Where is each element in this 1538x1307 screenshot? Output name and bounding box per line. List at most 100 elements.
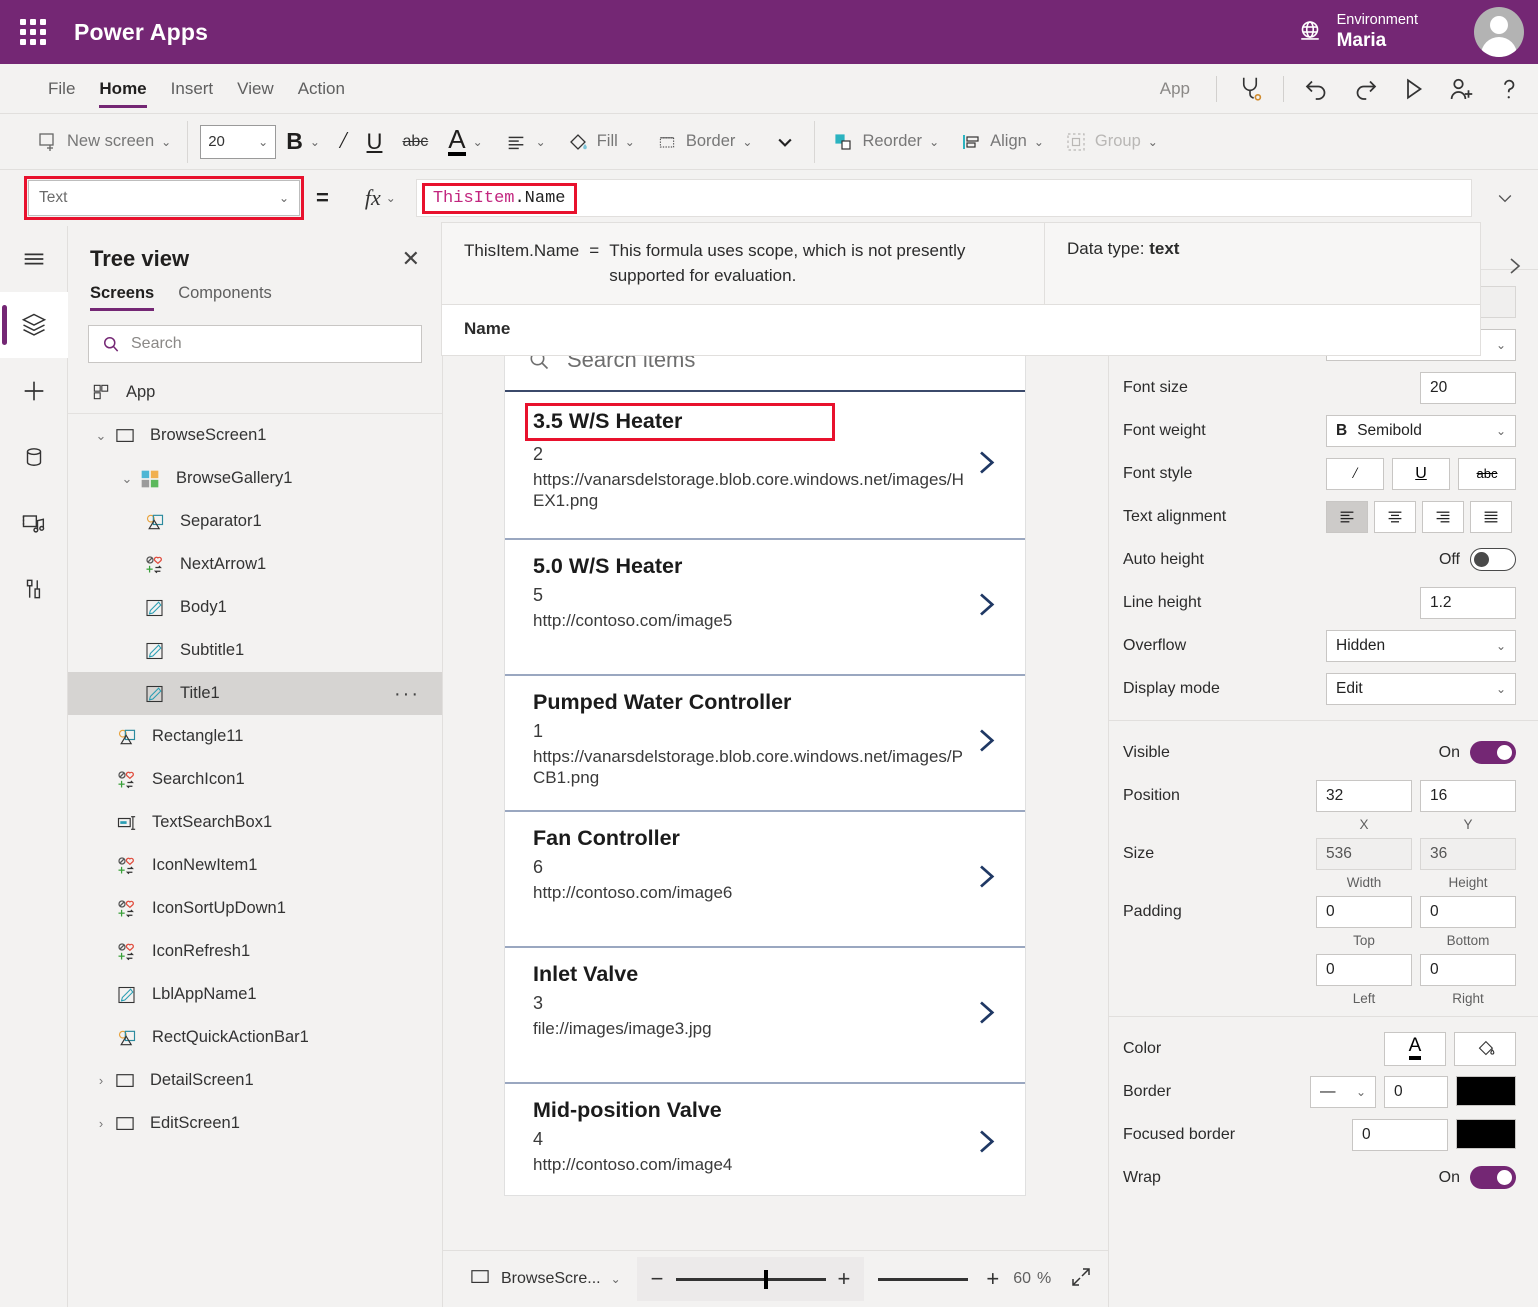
close-icon[interactable]: ✕: [402, 248, 420, 270]
chevron-right-icon[interactable]: [971, 586, 1001, 629]
bold-button[interactable]: B ⌄: [276, 122, 330, 162]
property-select[interactable]: Text ⌄: [28, 180, 300, 216]
tree-item-iconrefresh1[interactable]: IconRefresh1: [68, 930, 442, 973]
tree-item-lblappname1[interactable]: LblAppName1: [68, 973, 442, 1016]
align-left-button[interactable]: [1326, 501, 1368, 533]
tree-item-nextarrow1[interactable]: NextArrow1: [68, 543, 442, 586]
hamburger-menu-icon[interactable]: [0, 226, 68, 292]
more-options-icon[interactable]: ···: [394, 688, 420, 700]
tree-item-iconnewitem1[interactable]: IconNewItem1: [68, 844, 442, 887]
environment-picker[interactable]: Environment Maria: [1295, 0, 1418, 64]
focused-border-width-field[interactable]: 0: [1352, 1119, 1448, 1151]
data-cylinder-icon[interactable]: [0, 424, 68, 490]
media-icon[interactable]: [0, 490, 68, 556]
italic-toggle-button[interactable]: /: [1326, 458, 1384, 490]
redo-icon[interactable]: [1342, 67, 1388, 111]
chevron-down-icon[interactable]: ⌄: [90, 428, 112, 444]
zoom-in-button[interactable]: +: [838, 1266, 851, 1292]
search-input[interactable]: Search: [88, 325, 422, 363]
padding-bottom-field[interactable]: 0: [1420, 896, 1516, 928]
help-icon[interactable]: [1486, 67, 1532, 111]
menu-item-file[interactable]: File: [36, 64, 87, 114]
padding-right-field[interactable]: 0: [1420, 954, 1516, 986]
menu-item-view[interactable]: View: [225, 64, 286, 114]
italic-button[interactable]: /: [330, 122, 357, 162]
app-checker-icon[interactable]: [1227, 67, 1273, 111]
zoom-increase-button[interactable]: +: [986, 1266, 999, 1292]
tree-item-title1[interactable]: Title1 ···: [68, 672, 442, 715]
tree-item-rectangle11[interactable]: Rectangle11: [68, 715, 442, 758]
underline-toggle-button[interactable]: U: [1392, 458, 1450, 490]
chevron-right-icon[interactable]: [971, 1123, 1001, 1166]
border-button[interactable]: Border ⌄: [645, 122, 763, 162]
preview-play-icon[interactable]: [1390, 67, 1436, 111]
tree-item-searchicon1[interactable]: SearchIcon1: [68, 758, 442, 801]
strikethrough-toggle-button[interactable]: abc: [1458, 458, 1516, 490]
tree-item-editscreen1[interactable]: › EditScreen1: [68, 1102, 442, 1145]
position-y-field[interactable]: 16: [1420, 780, 1516, 812]
gallery-item-title[interactable]: 5.0 W/S Heater: [533, 554, 682, 579]
menu-item-home[interactable]: Home: [87, 64, 158, 114]
align-group-button[interactable]: Align ⌄: [949, 122, 1054, 162]
chevron-right-icon[interactable]: [971, 722, 1001, 765]
gallery-item-title[interactable]: Mid-position Valve: [533, 1098, 722, 1123]
font-size-field[interactable]: 20: [1420, 372, 1516, 404]
position-x-field[interactable]: 32: [1316, 780, 1412, 812]
gallery-item[interactable]: Inlet Valve 3 file://images/image3.jpg: [505, 948, 1025, 1084]
chevron-right-icon[interactable]: [971, 858, 1001, 901]
tab-components[interactable]: Components: [178, 284, 272, 311]
fit-screen-icon[interactable]: [1069, 1265, 1093, 1294]
overflow-select[interactable]: Hidden ⌄: [1326, 630, 1516, 662]
new-screen-button[interactable]: New screen ⌄: [26, 122, 181, 162]
tree-item-body1[interactable]: Body1: [68, 586, 442, 629]
menu-item-action[interactable]: Action: [286, 64, 357, 114]
fill-color-button[interactable]: [1454, 1032, 1516, 1066]
fill-button[interactable]: Fill ⌄: [556, 122, 645, 162]
group-button[interactable]: Group ⌄: [1054, 122, 1168, 162]
padding-top-field[interactable]: 0: [1316, 896, 1412, 928]
align-center-button[interactable]: [1374, 501, 1416, 533]
zoom-slider[interactable]: [676, 1270, 826, 1288]
tree-item-browsegallery1[interactable]: ⌄ BrowseGallery1: [68, 457, 442, 500]
padding-left-field[interactable]: 0: [1316, 954, 1412, 986]
size-height-field[interactable]: 36: [1420, 838, 1516, 870]
auto-height-toggle[interactable]: [1470, 548, 1516, 571]
tree-item-app[interactable]: App: [68, 371, 442, 414]
align-justify-button[interactable]: [1470, 501, 1512, 533]
chevron-down-icon[interactable]: ⌄: [116, 471, 138, 487]
chevron-right-icon[interactable]: ›: [90, 1116, 112, 1131]
tree-item-textsearchbox1[interactable]: TextSearchBox1: [68, 801, 442, 844]
chevron-right-icon[interactable]: [971, 444, 1001, 487]
formula-expand-button[interactable]: [1472, 170, 1538, 226]
tree-item-rectquickactionbar1[interactable]: RectQuickActionBar1: [68, 1016, 442, 1059]
border-color-swatch[interactable]: [1456, 1076, 1516, 1106]
display-mode-select[interactable]: Edit ⌄: [1326, 673, 1516, 705]
gallery-item[interactable]: Fan Controller 6 http://contoso.com/imag…: [505, 812, 1025, 948]
chevron-right-icon[interactable]: ›: [90, 1073, 112, 1088]
gallery-item-title[interactable]: 3.5 W/S Heater: [528, 406, 832, 438]
panel-collapse-button[interactable]: [1496, 246, 1532, 286]
gallery-item[interactable]: 3.5 W/S Heater 2 https://vanarsdelstorag…: [505, 392, 1025, 540]
screen-selector[interactable]: BrowseScre... ⌄: [469, 1268, 621, 1291]
font-weight-select[interactable]: B Semibold ⌄: [1326, 415, 1516, 447]
gallery-item[interactable]: Mid-position Valve 4 http://contoso.com/…: [505, 1084, 1025, 1204]
menu-item-insert[interactable]: Insert: [159, 64, 226, 114]
gallery-item[interactable]: Pumped Water Controller 1 https://vanars…: [505, 676, 1025, 812]
chevron-right-icon[interactable]: [971, 994, 1001, 1037]
tools-icon[interactable]: [0, 556, 68, 622]
text-color-button[interactable]: A: [1384, 1032, 1446, 1066]
underline-button[interactable]: U: [357, 122, 393, 162]
fx-button[interactable]: fx ⌄: [345, 179, 417, 217]
strikethrough-button[interactable]: abc: [392, 122, 438, 162]
zoom-slider-thumb[interactable]: [764, 1270, 768, 1289]
tab-screens[interactable]: Screens: [90, 284, 154, 311]
size-width-field[interactable]: 536: [1316, 838, 1412, 870]
gallery-item-title[interactable]: Fan Controller: [533, 826, 680, 851]
visible-toggle[interactable]: [1470, 741, 1516, 764]
undo-icon[interactable]: [1294, 67, 1340, 111]
gallery-item-title[interactable]: Inlet Valve: [533, 962, 638, 987]
formula-input[interactable]: ThisItem.Name: [417, 179, 1472, 217]
tree-item-subtitle1[interactable]: Subtitle1: [68, 629, 442, 672]
share-user-icon[interactable]: [1438, 67, 1484, 111]
reorder-button[interactable]: Reorder ⌄: [821, 122, 949, 162]
